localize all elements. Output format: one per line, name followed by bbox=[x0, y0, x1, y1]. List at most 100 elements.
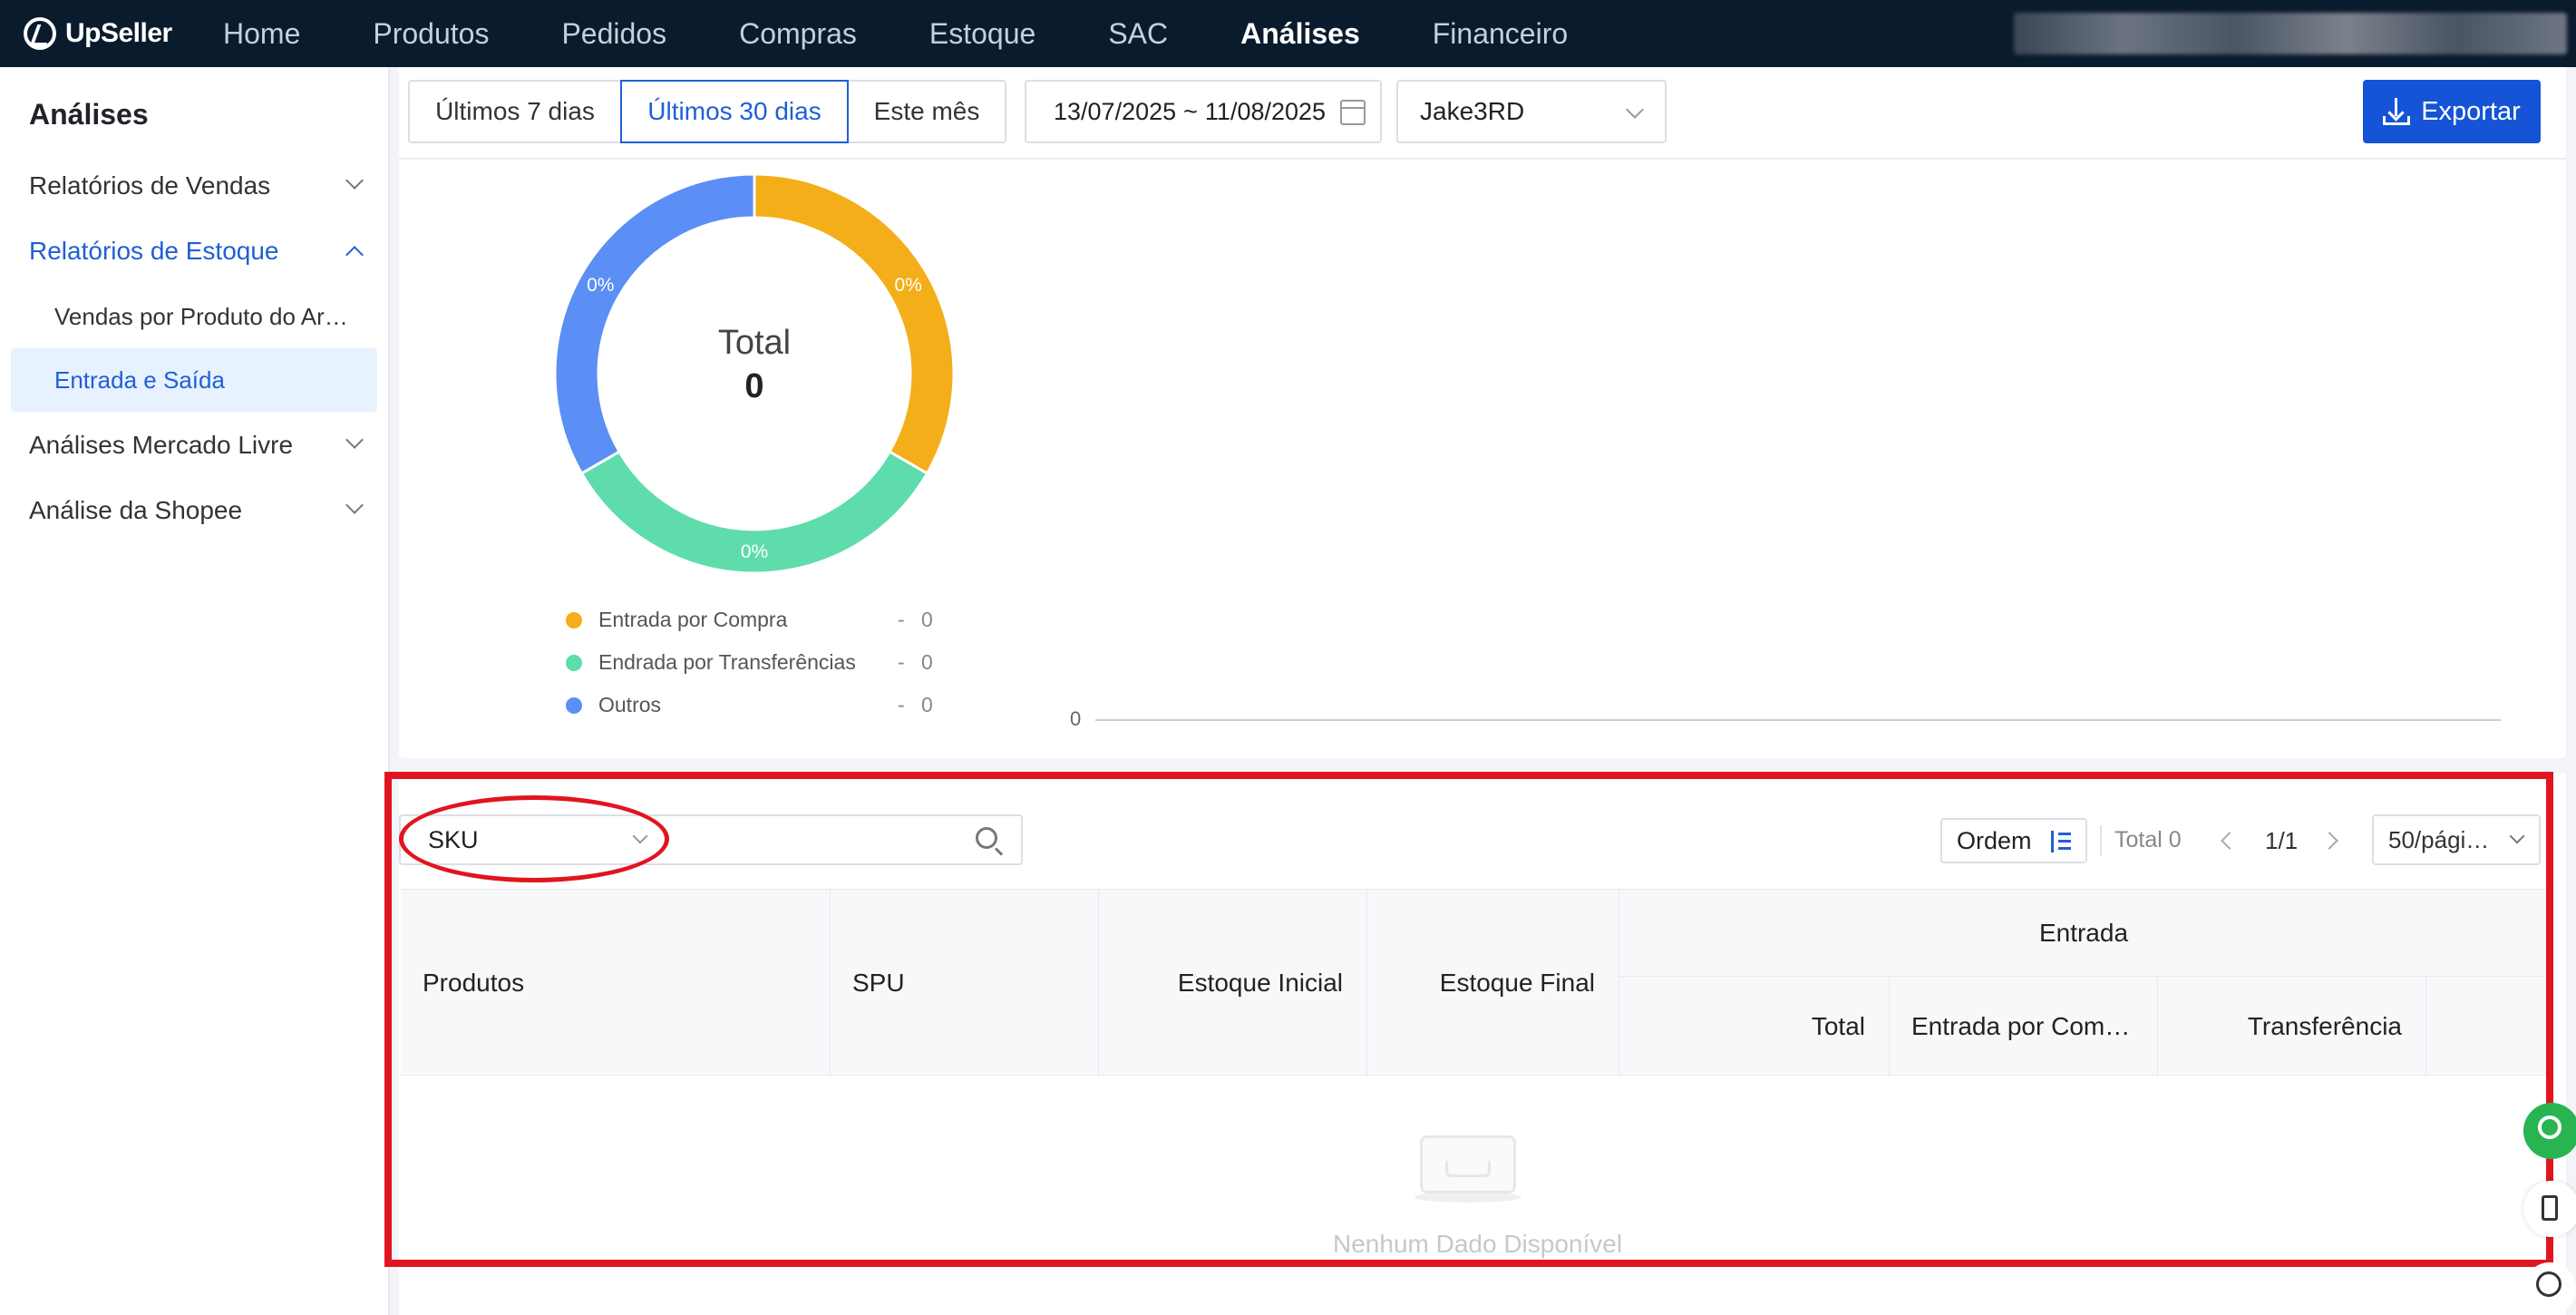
sidebar-item-analise-shopee[interactable]: Análise da Shopee bbox=[0, 482, 390, 539]
chevron-right-icon[interactable] bbox=[2320, 832, 2338, 850]
sidebar-item-label: Vendas por Produto do Ar… bbox=[54, 302, 348, 330]
top-navigation: UpSeller Home Produtos Pedidos Compras E… bbox=[0, 0, 2576, 67]
period-selector: Últimos 7 dias Últimos 30 dias Este mês bbox=[408, 80, 1006, 143]
donut-center-label: Total bbox=[718, 324, 791, 362]
legend-item-outros[interactable]: Outros - 0 bbox=[566, 684, 933, 726]
brand-name: UpSeller bbox=[65, 18, 172, 48]
empty-inbox-icon bbox=[1414, 1132, 1521, 1203]
page-indicator: 1/1 bbox=[2265, 827, 2299, 854]
order-button[interactable]: Ordem bbox=[1940, 818, 2087, 863]
date-end: 11/08/2025 bbox=[1204, 97, 1327, 125]
sidebar-item-entrada-saida[interactable]: Entrada e Saída bbox=[11, 348, 377, 412]
sidebar-item-label: Análise da Shopee bbox=[29, 496, 243, 524]
download-icon bbox=[2383, 98, 2411, 125]
chart-legend: Entrada por Compra - 0 Endrada por Trans… bbox=[566, 599, 933, 726]
table-panel: SKU Ordem Total 0 1/1 50/pági… Produtos … bbox=[399, 773, 2566, 1315]
search-group: SKU bbox=[399, 814, 1023, 865]
floating-whatsapp-button[interactable] bbox=[2523, 1262, 2576, 1315]
search-icon bbox=[2538, 1115, 2561, 1139]
nav-sac[interactable]: SAC bbox=[1108, 17, 1168, 51]
slice-percent-label: 0% bbox=[741, 541, 768, 562]
legend-dash: - bbox=[898, 650, 905, 674]
nav-produtos[interactable]: Produtos bbox=[373, 17, 489, 51]
legend-dash: - bbox=[898, 608, 905, 631]
export-button-label: Exportar bbox=[2421, 96, 2521, 126]
column-produtos[interactable]: Produtos bbox=[401, 890, 831, 1076]
sidebar-item-relatorios-estoque[interactable]: Relatórios de Estoque bbox=[0, 223, 390, 279]
legend-label: Outros bbox=[598, 693, 662, 716]
chevron-left-icon[interactable] bbox=[2221, 832, 2239, 850]
order-button-label: Ordem bbox=[1957, 826, 2032, 854]
chart-panel: 0% 0% 0% Total 0 Entrada por Compra - 0 Endr… bbox=[399, 160, 2566, 758]
chevron-down-icon bbox=[632, 828, 648, 844]
chevron-down-icon bbox=[1626, 101, 1644, 119]
slice-percent-label: 0% bbox=[895, 275, 922, 296]
column-more bbox=[2426, 977, 2548, 1076]
column-estoque-inicial[interactable]: Estoque Inicial bbox=[1099, 890, 1367, 1076]
legend-value: 0 bbox=[921, 608, 933, 631]
nav-analises[interactable]: Análises bbox=[1240, 17, 1360, 51]
per-page-select[interactable]: 50/pági… bbox=[2372, 814, 2541, 865]
date-range-picker[interactable]: 13/07/2025 ~ 11/08/2025 bbox=[1025, 80, 1382, 143]
store-select[interactable]: Jake3RD bbox=[1396, 80, 1667, 143]
period-7-days-button[interactable]: Últimos 7 dias bbox=[408, 80, 622, 143]
nav-compras[interactable]: Compras bbox=[739, 17, 857, 51]
chevron-down-icon bbox=[2509, 828, 2525, 844]
line-chart-y-tick: 0 bbox=[1070, 707, 1082, 730]
floating-search-button[interactable] bbox=[2523, 1103, 2576, 1159]
date-start: 13/07/2025 bbox=[1054, 97, 1177, 125]
chevron-down-icon bbox=[345, 171, 364, 190]
legend-value: 0 bbox=[921, 693, 933, 716]
legend-value: 0 bbox=[921, 650, 933, 674]
book-icon bbox=[2542, 1195, 2558, 1221]
legend-dot bbox=[566, 611, 582, 628]
total-count: Total 0 bbox=[2114, 827, 2182, 852]
search-field-select[interactable]: SKU bbox=[428, 816, 479, 863]
sidebar-item-relatorios-vendas[interactable]: Relatórios de Vendas bbox=[0, 158, 390, 214]
sidebar-item-analises-mercado-livre[interactable]: Análises Mercado Livre bbox=[0, 417, 390, 473]
legend-label: Entrada por Compra bbox=[598, 608, 788, 631]
sort-icon bbox=[2049, 831, 2073, 852]
empty-state-text: Nenhum Dado Disponível bbox=[1333, 1230, 1623, 1258]
legend-dot bbox=[566, 654, 582, 671]
export-button[interactable]: Exportar bbox=[2363, 80, 2541, 143]
sidebar-item-vendas-por-produto[interactable]: Vendas por Produto do Ar… bbox=[0, 288, 390, 345]
legend-item-entrada-compra[interactable]: Entrada por Compra - 0 bbox=[566, 599, 933, 641]
nav-financeiro[interactable]: Financeiro bbox=[1433, 17, 1568, 51]
chevron-down-icon bbox=[345, 431, 364, 449]
brand-logo[interactable]: UpSeller bbox=[24, 17, 223, 50]
whatsapp-icon bbox=[2536, 1271, 2561, 1297]
search-field-value: SKU bbox=[428, 826, 479, 853]
legend-dash: - bbox=[898, 693, 905, 716]
legend-item-transferencias[interactable]: Endrada por Transferências - 0 bbox=[566, 641, 933, 684]
legend-dot bbox=[566, 696, 582, 714]
calendar-icon bbox=[1340, 100, 1366, 125]
period-this-month-button[interactable]: Este mês bbox=[847, 80, 1006, 143]
floating-book-button[interactable] bbox=[2523, 1181, 2576, 1237]
upseller-logo-icon bbox=[24, 17, 56, 50]
legend-label: Endrada por Transferências bbox=[598, 650, 856, 674]
column-entrada-compra[interactable]: Entrada por Com… bbox=[1890, 977, 2158, 1076]
column-group-entrada: Entrada bbox=[1619, 890, 2548, 977]
slice-percent-label: 0% bbox=[587, 275, 614, 296]
nav-pedidos[interactable]: Pedidos bbox=[561, 17, 666, 51]
nav-estoque[interactable]: Estoque bbox=[929, 17, 1035, 51]
nav-home[interactable]: Home bbox=[223, 17, 300, 51]
column-transferencia[interactable]: Transferência bbox=[2158, 977, 2426, 1076]
donut-center-value: 0 bbox=[744, 367, 763, 405]
donut-chart-svg: 0% 0% 0% Total 0 bbox=[553, 172, 956, 575]
store-select-value: Jake3RD bbox=[1420, 97, 1525, 125]
main-nav: Home Produtos Pedidos Compras Estoque SA… bbox=[223, 17, 1640, 51]
chevron-up-icon bbox=[345, 246, 364, 264]
sidebar: Análises Relatórios de Vendas Relatórios… bbox=[0, 67, 390, 1315]
period-30-days-button[interactable]: Últimos 30 dias bbox=[620, 80, 849, 143]
column-spu[interactable]: SPU bbox=[831, 890, 1099, 1076]
search-input[interactable] bbox=[673, 822, 963, 858]
date-separator: ~ bbox=[1183, 97, 1198, 125]
sidebar-item-label: Entrada e Saída bbox=[54, 365, 225, 394]
column-estoque-final[interactable]: Estoque Final bbox=[1367, 890, 1619, 1076]
sidebar-item-label: Relatórios de Vendas bbox=[29, 171, 271, 200]
column-total[interactable]: Total bbox=[1619, 977, 1890, 1076]
chevron-down-icon bbox=[345, 496, 364, 514]
search-icon[interactable] bbox=[976, 827, 997, 849]
